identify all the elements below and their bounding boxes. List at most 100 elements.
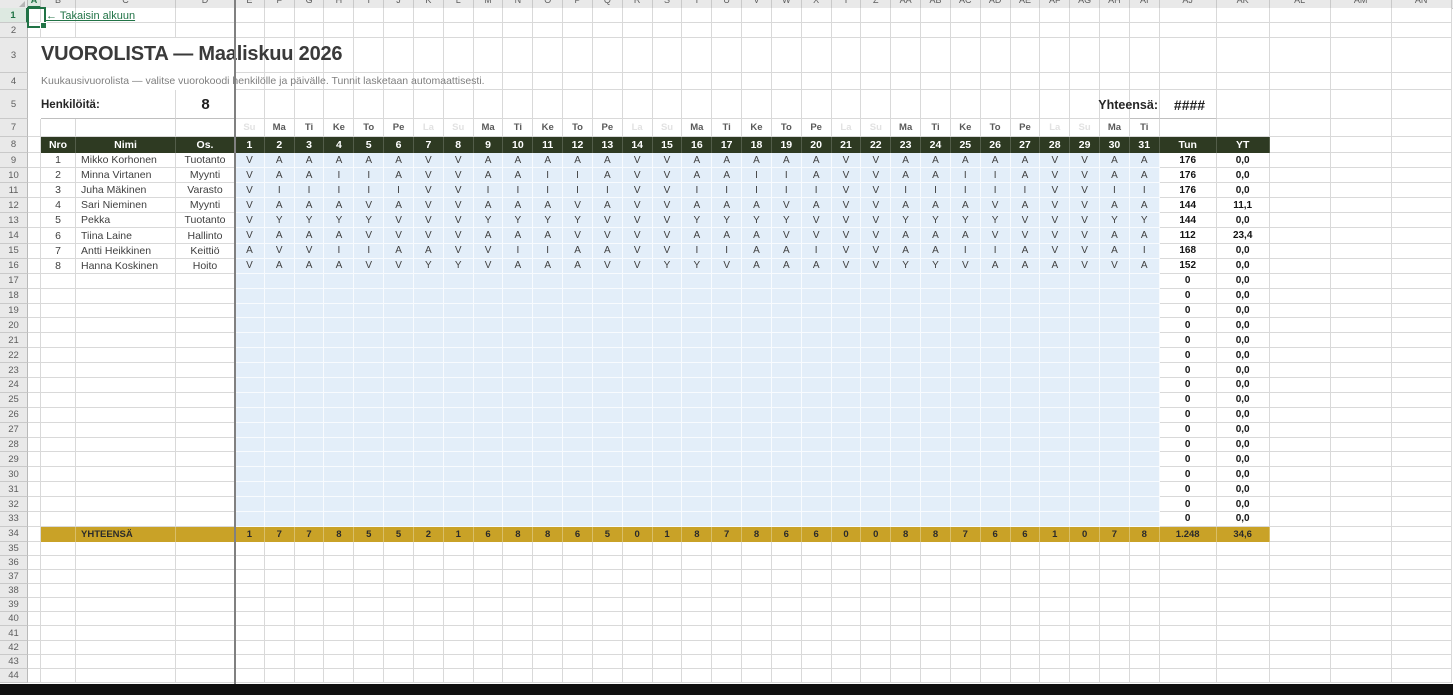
cell-W12[interactable]: V — [772, 198, 802, 213]
cell-U44[interactable] — [712, 669, 742, 683]
cell-A31[interactable] — [28, 482, 41, 497]
cell-AL13[interactable] — [1270, 213, 1331, 228]
cell-U1[interactable] — [712, 8, 742, 23]
cell-X2[interactable] — [802, 23, 832, 38]
cell-AF41[interactable] — [1040, 626, 1070, 640]
cell-W29[interactable] — [772, 452, 802, 467]
cell-M12[interactable]: A — [474, 198, 504, 213]
cell-AG34[interactable]: 0 — [1070, 527, 1100, 542]
cell-B16[interactable]: 8 — [41, 259, 76, 274]
cell-AL12[interactable] — [1270, 198, 1331, 213]
cell-O9[interactable]: A — [533, 153, 563, 168]
cell-R39[interactable] — [623, 598, 653, 612]
cell-AF15[interactable]: V — [1040, 244, 1070, 259]
cell-AN22[interactable] — [1392, 348, 1452, 363]
cell-D8[interactable]: Os. — [176, 137, 235, 153]
cell-N28[interactable] — [503, 438, 533, 453]
cell-AG25[interactable] — [1070, 393, 1100, 408]
cell-H29[interactable] — [324, 452, 354, 467]
cell-Z41[interactable] — [861, 626, 891, 640]
cell-U7[interactable]: Ti — [712, 119, 742, 137]
cell-C7[interactable] — [76, 119, 176, 137]
cell-R36[interactable] — [623, 556, 653, 570]
cell-AH12[interactable]: A — [1100, 198, 1130, 213]
cell-AF30[interactable] — [1040, 467, 1070, 482]
cell-M18[interactable] — [474, 289, 504, 304]
cell-W19[interactable] — [772, 304, 802, 319]
cell-L33[interactable] — [444, 512, 474, 527]
cell-M21[interactable] — [474, 333, 504, 348]
cell-Z20[interactable] — [861, 318, 891, 333]
cell-C3[interactable] — [76, 38, 176, 73]
cell-M24[interactable] — [474, 378, 504, 393]
cell-Y42[interactable] — [832, 641, 862, 655]
col-header-F[interactable]: F — [265, 0, 295, 8]
cell-V40[interactable] — [742, 612, 772, 626]
cell-N3[interactable] — [503, 38, 533, 73]
cell-X40[interactable] — [802, 612, 832, 626]
cell-O40[interactable] — [533, 612, 563, 626]
cell-O14[interactable]: A — [533, 228, 563, 243]
cell-AH8[interactable]: 30 — [1100, 137, 1130, 153]
cell-Z19[interactable] — [861, 304, 891, 319]
cell-AG16[interactable]: V — [1070, 259, 1100, 274]
cell-G24[interactable] — [295, 378, 325, 393]
cell-AD22[interactable] — [981, 348, 1011, 363]
cell-AC34[interactable]: 7 — [951, 527, 981, 542]
cell-AD42[interactable] — [981, 641, 1011, 655]
cell-S11[interactable]: V — [653, 183, 683, 198]
cell-AA33[interactable] — [891, 512, 921, 527]
cell-E25[interactable] — [235, 393, 265, 408]
cell-AJ35[interactable] — [1160, 542, 1217, 556]
row-header-24[interactable]: 24 — [0, 378, 28, 393]
cell-I36[interactable] — [354, 556, 384, 570]
cell-U39[interactable] — [712, 598, 742, 612]
cell-F8[interactable]: 2 — [265, 137, 295, 153]
cell-AH3[interactable] — [1100, 38, 1130, 73]
cell-T13[interactable]: Y — [682, 213, 712, 228]
cell-AD31[interactable] — [981, 482, 1011, 497]
cell-Y27[interactable] — [832, 423, 862, 438]
cell-A5[interactable] — [28, 90, 41, 119]
cell-L44[interactable] — [444, 669, 474, 683]
cell-R23[interactable] — [623, 363, 653, 378]
cell-K44[interactable] — [414, 669, 444, 683]
cell-AE1[interactable] — [1011, 8, 1041, 23]
cell-X3[interactable] — [802, 38, 832, 73]
cell-AA26[interactable] — [891, 408, 921, 423]
cell-B28[interactable] — [41, 438, 76, 453]
cell-J28[interactable] — [384, 438, 414, 453]
cell-C11[interactable]: Juha Mäkinen — [76, 183, 176, 198]
row-header-34[interactable]: 34 — [0, 527, 28, 542]
cell-P9[interactable]: A — [563, 153, 593, 168]
row-header-11[interactable]: 11 — [0, 183, 28, 198]
cell-AC39[interactable] — [951, 598, 981, 612]
cell-A7[interactable] — [28, 119, 41, 137]
cell-W37[interactable] — [772, 570, 802, 584]
cell-AE29[interactable] — [1011, 452, 1041, 467]
cell-J40[interactable] — [384, 612, 414, 626]
row-header-7[interactable]: 7 — [0, 119, 28, 137]
cell-M30[interactable] — [474, 467, 504, 482]
cell-AF4[interactable] — [1040, 73, 1070, 90]
cell-G44[interactable] — [295, 669, 325, 683]
cell-K22[interactable] — [414, 348, 444, 363]
cell-AA3[interactable] — [891, 38, 921, 73]
cell-AA29[interactable] — [891, 452, 921, 467]
row-header-25[interactable]: 25 — [0, 393, 28, 408]
cell-AJ31[interactable]: 0 — [1160, 482, 1217, 497]
cell-AI30[interactable] — [1130, 467, 1160, 482]
cell-F18[interactable] — [265, 289, 295, 304]
cell-AN26[interactable] — [1392, 408, 1452, 423]
cell-AD26[interactable] — [981, 408, 1011, 423]
cell-AA36[interactable] — [891, 556, 921, 570]
cell-Y33[interactable] — [832, 512, 862, 527]
cell-S28[interactable] — [653, 438, 683, 453]
cell-C38[interactable] — [76, 584, 176, 598]
cell-B33[interactable] — [41, 512, 76, 527]
cell-AN3[interactable] — [1392, 38, 1452, 73]
col-header-AD[interactable]: AD — [981, 0, 1011, 8]
cell-S9[interactable]: V — [653, 153, 683, 168]
cell-O19[interactable] — [533, 304, 563, 319]
cell-AI2[interactable] — [1130, 23, 1160, 38]
